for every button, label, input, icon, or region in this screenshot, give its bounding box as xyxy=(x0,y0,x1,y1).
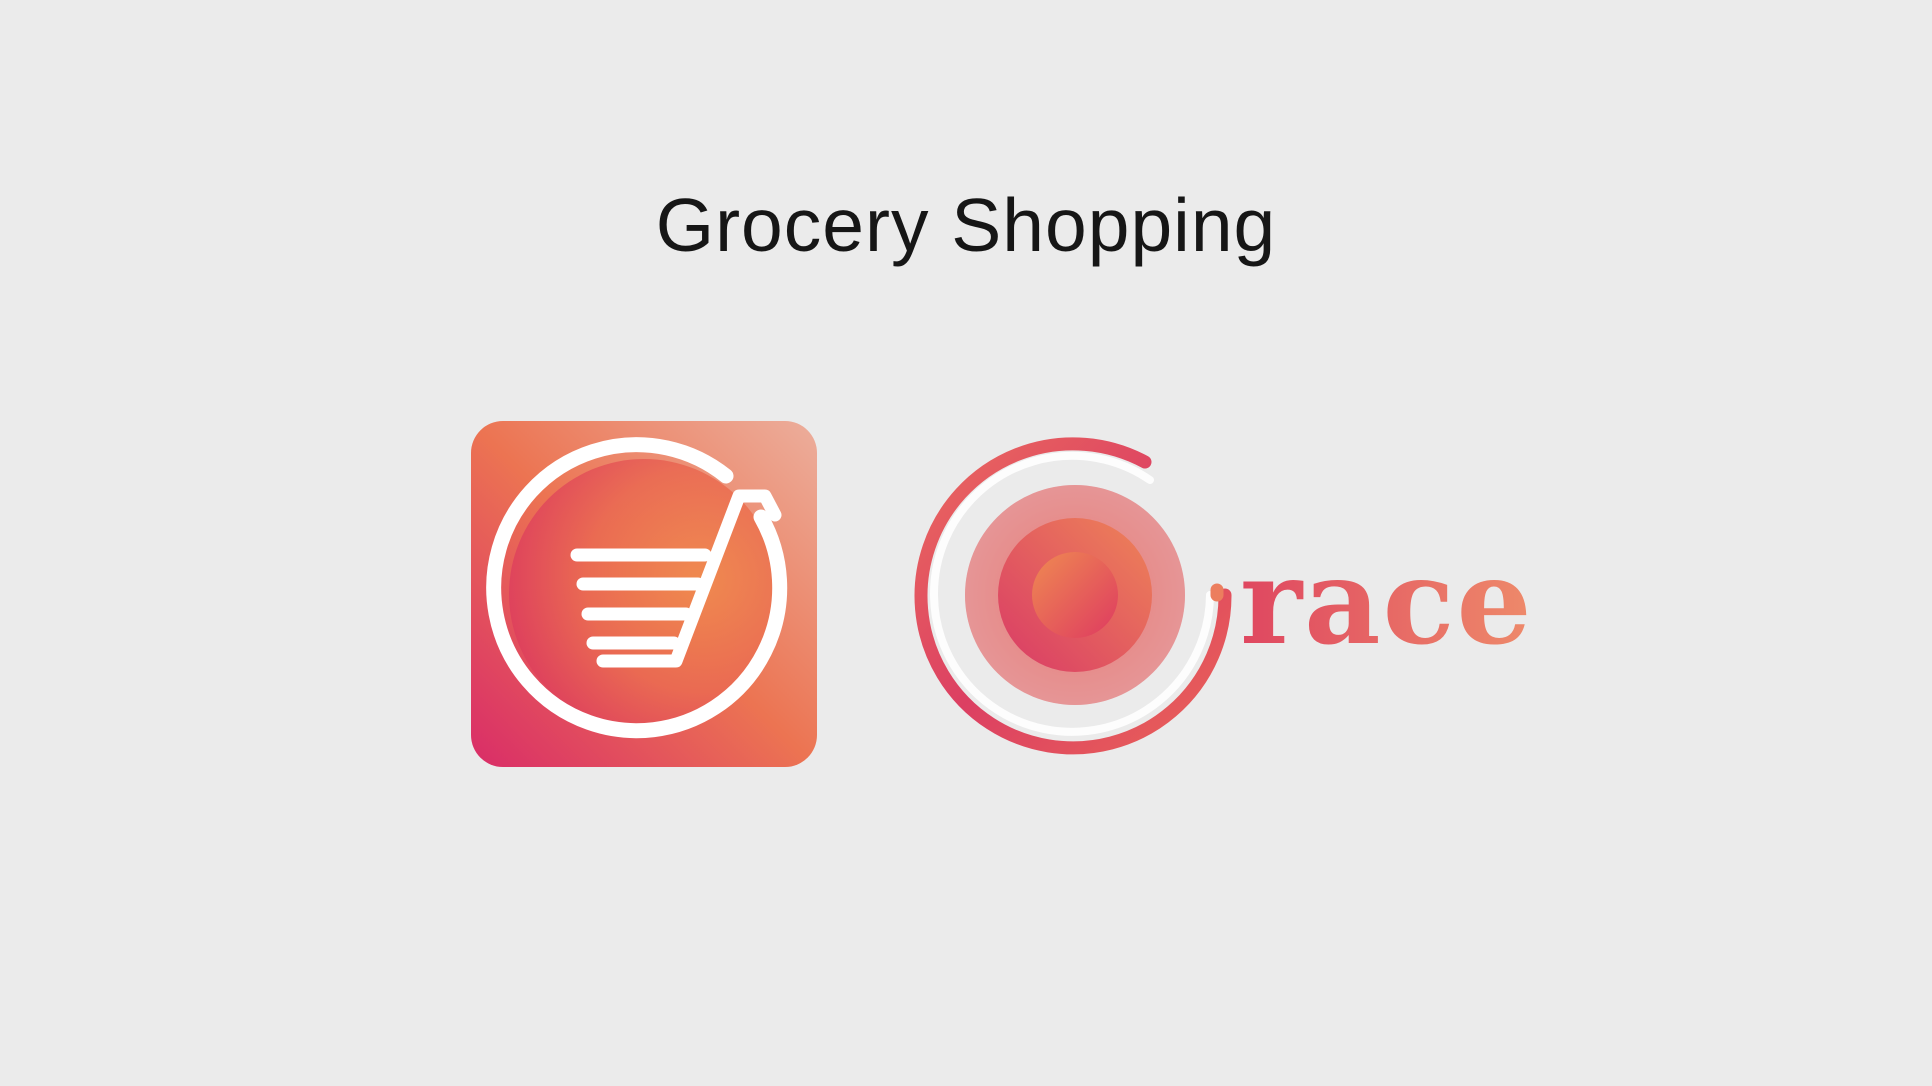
spiral-target-icon: race xyxy=(914,437,1534,755)
slide: Grocery Shopping race xyxy=(0,0,1932,1086)
brand-logo: race xyxy=(910,430,1570,760)
brand-wordmark: race xyxy=(1240,532,1534,671)
shopping-cart-icon xyxy=(471,421,817,767)
wordmark-text: race xyxy=(1240,532,1534,671)
app-icon xyxy=(471,421,817,767)
page-title: Grocery Shopping xyxy=(655,183,1277,267)
